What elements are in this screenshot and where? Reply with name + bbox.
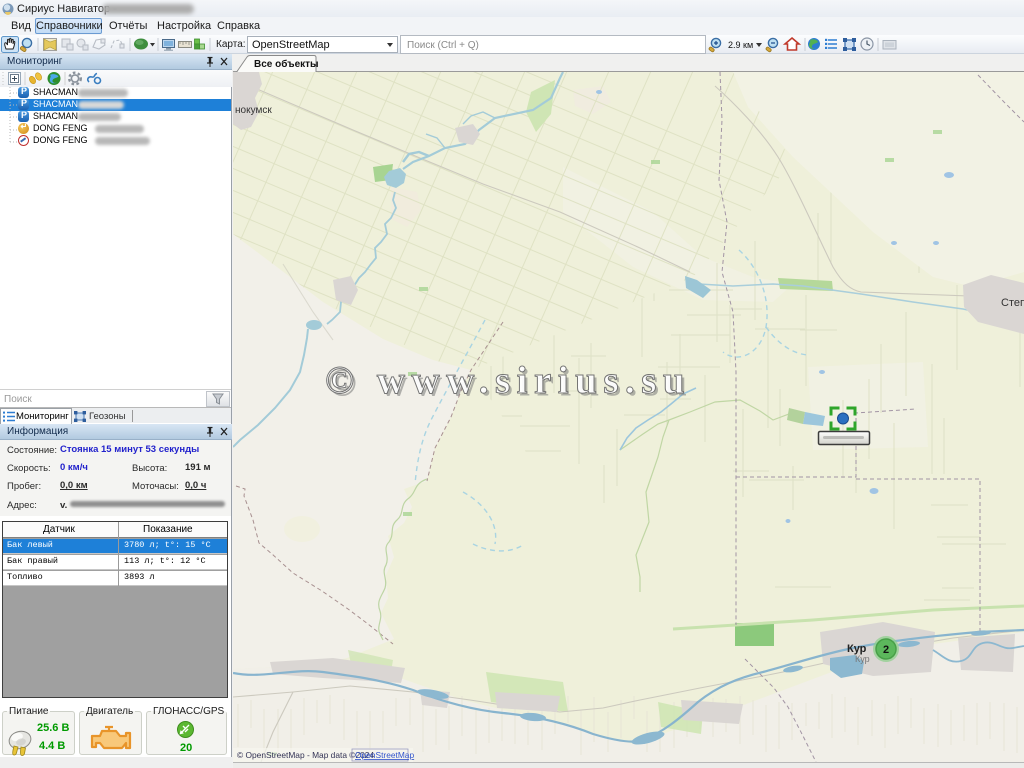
svg-text:Степ: Степ xyxy=(1001,297,1024,309)
svg-text:© OpenStreetMap - Map data ©20: © OpenStreetMap - Map data ©2024 xyxy=(237,750,374,760)
svg-text:Кур: Кур xyxy=(855,654,870,664)
svg-text:© www.sirius.su: © www.sirius.su xyxy=(325,359,691,402)
svg-text:Все объекты: Все объекты xyxy=(254,58,319,70)
svg-text:2: 2 xyxy=(883,644,889,656)
svg-text:OpenStreetMap: OpenStreetMap xyxy=(355,750,414,760)
svg-text:нокумск: нокумск xyxy=(235,105,272,116)
